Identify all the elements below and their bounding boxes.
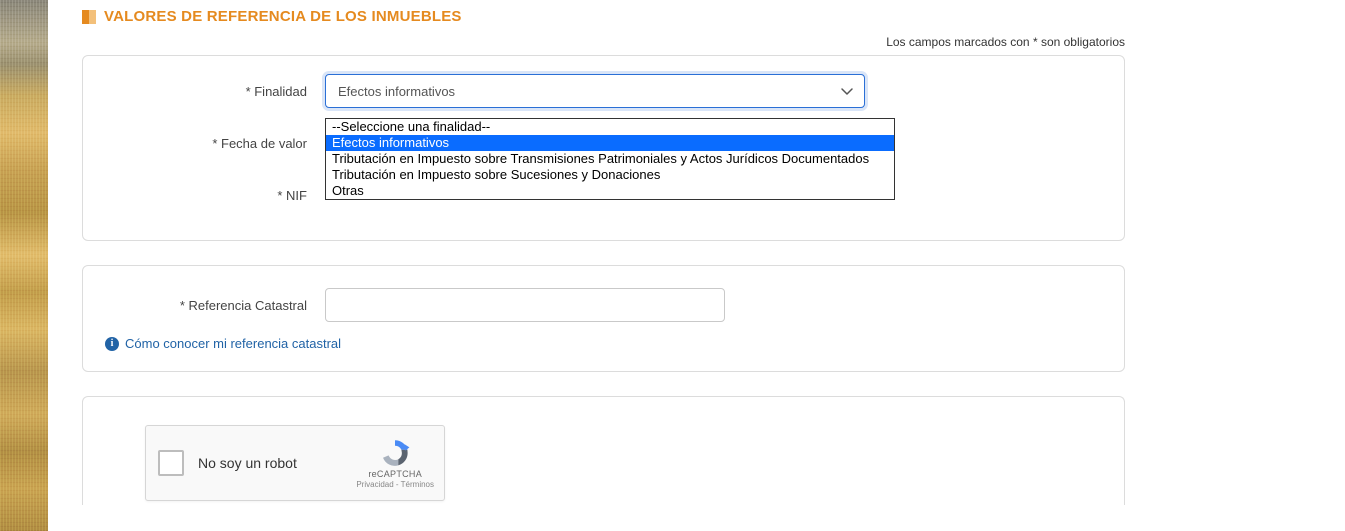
- select-finalidad-display[interactable]: Efectos informativos: [325, 74, 865, 108]
- title-square-icon: [82, 10, 96, 24]
- dropdown-option[interactable]: Efectos informativos: [326, 135, 894, 151]
- info-icon: i: [105, 337, 119, 351]
- page-title: VALORES DE REFERENCIA DE LOS INMUEBLES: [104, 8, 462, 25]
- help-link-text: Cómo conocer mi referencia catastral: [125, 336, 341, 351]
- page-content: VALORES DE REFERENCIA DE LOS INMUEBLES L…: [82, 0, 1345, 505]
- recaptcha-icon: [379, 437, 411, 469]
- panel-referencia: * Referencia Catastral i Cómo conocer mi…: [82, 265, 1125, 372]
- panel-captcha: No soy un robot reCAPTCHA Privacidad - T…: [82, 396, 1125, 505]
- recaptcha-label: No soy un robot: [198, 455, 350, 471]
- row-referencia: * Referencia Catastral: [105, 288, 1102, 322]
- label-fecha-valor: * Fecha de valor: [105, 136, 325, 151]
- dropdown-option[interactable]: Tributación en Impuesto sobre Sucesiones…: [326, 167, 894, 183]
- select-finalidad-value: Efectos informativos: [338, 84, 455, 99]
- label-referencia: * Referencia Catastral: [105, 298, 325, 313]
- recaptcha-brand-name: reCAPTCHA: [368, 470, 422, 480]
- recaptcha-legal: Privacidad - Términos: [356, 481, 434, 490]
- row-finalidad: * Finalidad Efectos informativos --Selec…: [105, 74, 1102, 108]
- dropdown-finalidad[interactable]: --Seleccione una finalidad--Efectos info…: [325, 118, 895, 200]
- help-link-referencia[interactable]: i Cómo conocer mi referencia catastral: [105, 336, 341, 351]
- page-title-row: VALORES DE REFERENCIA DE LOS INMUEBLES: [82, 8, 1345, 25]
- referencia-catastral-input[interactable]: [325, 288, 725, 322]
- sidebar-image-band: [0, 0, 48, 531]
- dropdown-option[interactable]: --Seleccione una finalidad--: [326, 119, 894, 135]
- recaptcha-brand: reCAPTCHA Privacidad - Términos: [356, 437, 434, 490]
- select-finalidad[interactable]: Efectos informativos --Seleccione una fi…: [325, 74, 865, 108]
- label-nif: * NIF: [105, 188, 325, 203]
- panel-identification: * Finalidad Efectos informativos --Selec…: [82, 55, 1125, 241]
- recaptcha-widget[interactable]: No soy un robot reCAPTCHA Privacidad - T…: [145, 425, 445, 501]
- dropdown-option[interactable]: Otras: [326, 183, 894, 199]
- required-fields-note: Los campos marcados con * son obligatori…: [82, 35, 1345, 49]
- chevron-down-icon: [840, 84, 854, 98]
- label-finalidad: * Finalidad: [105, 84, 325, 99]
- dropdown-option[interactable]: Tributación en Impuesto sobre Transmisio…: [326, 151, 894, 167]
- recaptcha-checkbox[interactable]: [158, 450, 184, 476]
